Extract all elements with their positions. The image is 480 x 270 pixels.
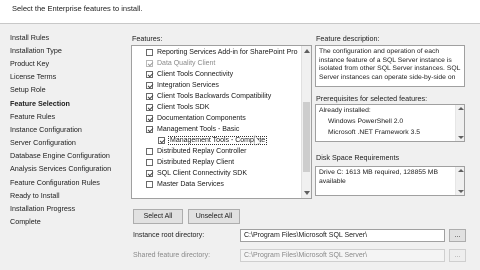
scroll-down-icon[interactable] [304,191,310,195]
scrollbar-thumb[interactable] [303,102,310,172]
prerequisites-box: Already installed: Windows PowerShell 2.… [315,104,465,142]
nav-item-database-engine-configuration[interactable]: Database Engine Configuration [10,151,110,160]
checkbox[interactable] [146,169,153,177]
prerequisite-item: Windows PowerShell 2.0 [328,118,404,125]
shared-feature-directory-label: Shared feature directory: [133,252,211,259]
checkbox[interactable] [146,114,153,122]
checkbox[interactable] [146,103,153,111]
feature-item-label: Integration Services [157,81,219,89]
feature-item[interactable]: SQL Client Connectivity SDK [146,168,247,178]
prerequisites-label: Prerequisites for selected features: [316,94,428,103]
nav-item-installation-type[interactable]: Installation Type [10,46,62,55]
disk-space-box: Drive C: 1613 MB required, 128855 MB ava… [315,166,465,196]
feature-item-label: Management Tools - Basic [157,125,240,133]
feature-item-child[interactable]: Management Tools - Complete [158,135,268,145]
feature-description-text: The configuration and operation of each … [319,48,461,81]
prerequisites-head: Already installed: [319,107,371,114]
prerequisites-scrollbar[interactable] [455,105,464,141]
shared-feature-directory-browse-button[interactable]: ... [449,249,466,262]
feature-description-box: The configuration and operation of each … [315,45,465,87]
instance-root-label: Instance root directory: [133,232,205,239]
nav-item-installation-progress[interactable]: Installation Progress [10,204,75,213]
unselect-all-button[interactable]: Unselect All [188,209,240,224]
feature-item-label: Distributed Replay Controller [157,147,247,155]
select-all-button[interactable]: Select All [133,209,183,224]
feature-item-label: Distributed Replay Client [157,158,235,166]
feature-item[interactable]: Distributed Replay Client [146,157,234,167]
scroll-down-icon[interactable] [457,190,464,193]
feature-item-label: Client Tools Backwards Compatibility [157,92,272,100]
feature-item[interactable]: Client Tools Connectivity [146,69,233,79]
checkbox[interactable] [146,158,153,166]
nav-item-ready-to-install[interactable]: Ready to Install [10,191,60,200]
checkbox[interactable] [146,125,153,133]
nav-item-feature-selection[interactable]: Feature Selection [10,99,70,108]
feature-item[interactable]: Data Quality Client [146,58,215,68]
checkbox[interactable] [146,81,153,89]
feature-item[interactable]: Client Tools SDK [146,102,209,112]
instance-root-input[interactable]: C:\Program Files\Microsoft SQL Server\ [240,229,445,242]
features-scrollbar[interactable] [301,46,311,198]
feature-item-label: SQL Client Connectivity SDK [157,169,247,177]
checkbox[interactable] [158,136,165,144]
nav-item-install-rules[interactable]: Install Rules [10,33,49,42]
checkbox[interactable] [146,180,153,188]
checkbox[interactable] [146,147,153,155]
feature-item-label: Client Tools Connectivity [157,70,234,78]
nav-item-feature-configuration-rules[interactable]: Feature Configuration Rules [10,178,100,187]
disk-space-label: Disk Space Requirements [316,153,400,162]
nav-item-instance-configuration[interactable]: Instance Configuration [10,125,82,134]
checkbox[interactable] [146,48,153,56]
disk-space-text: Drive C: 1613 MB required, 128855 MB ava… [319,169,439,185]
feature-item-label: Data Quality Client [157,59,216,67]
feature-description-label: Feature description: [316,34,380,43]
checkbox[interactable] [146,59,153,67]
feature-item[interactable]: Management Tools - Basic [146,124,239,134]
feature-item[interactable]: Documentation Components [146,113,246,123]
page-subtitle: Select the Enterprise features to instal… [12,4,143,13]
feature-item-label: Documentation Components [157,114,246,122]
feature-item[interactable]: Distributed Replay Controller [146,146,246,156]
feature-item[interactable]: Reporting Services Add-in for SharePoint… [146,47,297,57]
feature-item-label: Reporting Services Add-in for SharePoint… [157,48,298,56]
features-tree[interactable]: Reporting Services Add-in for SharePoint… [131,45,312,199]
disk-space-scrollbar[interactable] [455,167,464,195]
feature-item-label: Client Tools SDK [157,103,210,111]
shared-feature-directory-input[interactable]: C:\Program Files\Microsoft SQL Server\ [240,249,445,262]
nav-item-server-configuration[interactable]: Server Configuration [10,138,76,147]
features-label: Features: [132,34,163,43]
feature-item-label: Master Data Services [157,180,224,188]
feature-item[interactable]: Client Tools Backwards Compatibility [146,91,271,101]
nav-item-feature-rules[interactable]: Feature Rules [10,112,55,121]
scroll-up-icon[interactable] [304,49,310,53]
scroll-up-icon[interactable] [457,169,464,172]
page-header: Select the Enterprise features to instal… [0,0,480,24]
nav-item-analysis-services-configuration[interactable]: Analysis Services Configuration [10,164,111,173]
nav-item-setup-role[interactable]: Setup Role [10,85,46,94]
nav-item-complete[interactable]: Complete [10,217,41,226]
checkbox[interactable] [146,92,153,100]
wizard-step-nav: Install Rules Installation Type Product … [0,24,124,270]
feature-item[interactable]: Integration Services [146,80,219,90]
nav-item-license-terms[interactable]: License Terms [10,72,56,81]
scroll-down-icon[interactable] [457,136,464,139]
checkbox[interactable] [146,70,153,78]
scroll-up-icon[interactable] [457,107,464,110]
feature-item[interactable]: Master Data Services [146,179,224,189]
prerequisite-item: Microsoft .NET Framework 3.5 [328,129,421,136]
nav-item-product-key[interactable]: Product Key [10,59,49,68]
instance-root-browse-button[interactable]: ... [449,229,466,242]
